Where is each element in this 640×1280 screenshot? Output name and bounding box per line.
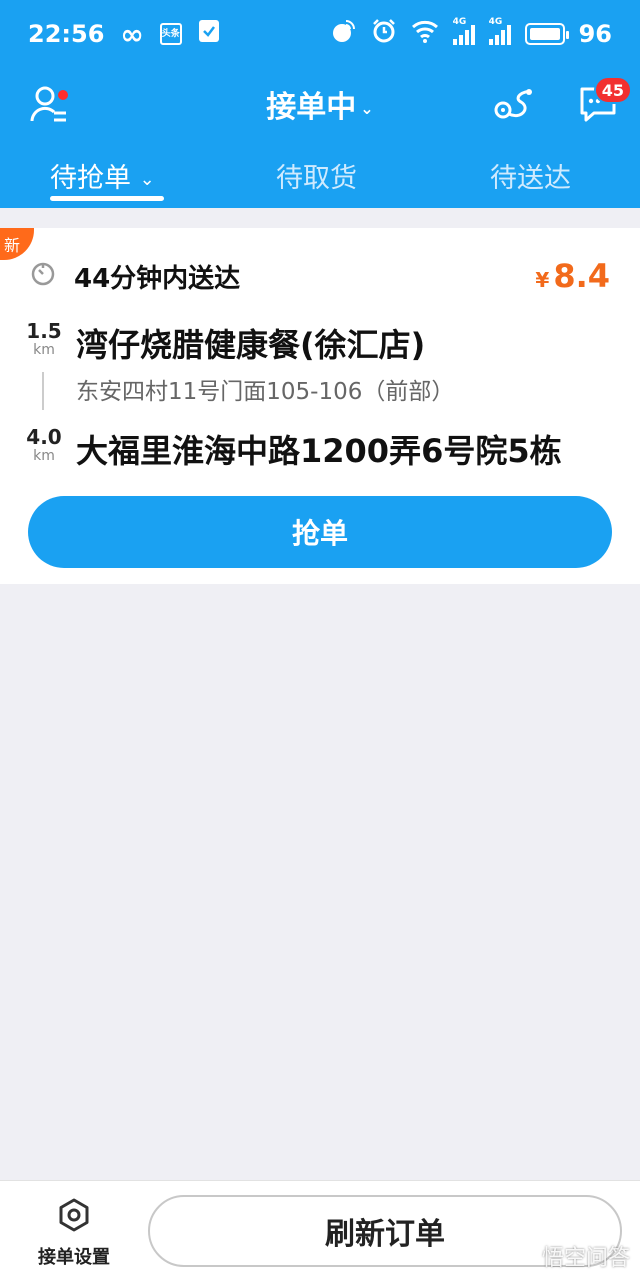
infinity-icon: ∞ — [120, 17, 144, 51]
status-bar: 22:56 ∞ 头条 4G 4G 96 — [0, 0, 640, 68]
tab-label: 待送达 — [490, 163, 571, 194]
order-price: ¥8.4 — [535, 257, 610, 295]
chat-bubble-logo-icon — [507, 1242, 536, 1270]
order-settings-button[interactable]: 接单设置 — [26, 1195, 122, 1269]
price-amount: 8.4 — [553, 257, 610, 295]
signal-4g-icon-2: 4G — [488, 17, 511, 45]
app-header: 22:56 ∞ 头条 4G 4G 96 接单中 ⌄ 45 待抢单 ⌄ 待取货 待… — [0, 0, 640, 208]
delivery-distance: 4.0 km — [24, 426, 64, 464]
signal-4g-icon-1: 4G — [452, 17, 475, 45]
pickup-distance: 1.5 km — [24, 320, 64, 358]
page-title: 接单中 — [266, 90, 357, 125]
timer-icon — [30, 261, 56, 291]
status-time: 22:56 — [28, 20, 105, 48]
active-tab-indicator — [50, 196, 164, 201]
news-app-icon: 头条 — [159, 23, 182, 45]
route-map-icon — [493, 84, 535, 128]
delivery-address: 大福里淮海中路1200弄6号院5栋 — [76, 432, 562, 470]
watermark-text: 悟空问答 — [541, 1246, 630, 1271]
battery-level: 96 — [578, 20, 612, 48]
new-order-tag: 新 — [0, 228, 34, 260]
satellite-icon — [331, 18, 357, 50]
shop-address: 东安四村11号门面105-106（前部） — [76, 379, 455, 405]
tab-pending-pickup[interactable]: 待取货 — [276, 156, 357, 195]
work-status-dropdown[interactable]: 接单中 ⌄ — [0, 82, 640, 126]
delivery-time-row: 44分钟内送达 ¥8.4 — [30, 256, 610, 296]
grab-order-button[interactable]: 抢单 — [28, 496, 612, 568]
tab-pending-grab[interactable]: 待抢单 ⌄ — [50, 156, 155, 195]
distance-unit: km — [33, 342, 55, 358]
checkbox-notification-icon — [198, 19, 220, 49]
message-count-badge: 45 — [593, 76, 632, 104]
distance-value: 4.0 — [26, 425, 62, 449]
top-nav: 接单中 ⌄ 45 — [0, 68, 640, 144]
gear-icon — [54, 1198, 94, 1239]
tab-pending-delivery[interactable]: 待送达 — [490, 156, 571, 195]
route-button[interactable] — [488, 80, 540, 132]
shop-name: 湾仔烧腊健康餐(徐汇店) — [76, 326, 426, 364]
currency-symbol: ¥ — [535, 268, 550, 292]
battery-icon — [524, 23, 569, 45]
messages-button[interactable]: 45 — [572, 76, 632, 132]
watermark: 悟空问答 — [507, 1240, 630, 1272]
chevron-down-icon: ⌄ — [139, 169, 155, 190]
bottom-bar: 接单设置 刷新订单 悟空问答 — [0, 1180, 640, 1280]
settings-label: 接单设置 — [38, 1247, 110, 1268]
alarm-icon — [371, 18, 397, 50]
delivery-time: 44分钟内送达 — [74, 263, 241, 294]
route-connector — [42, 372, 44, 410]
order-card[interactable]: 新 44分钟内送达 ¥8.4 1.5 km 湾仔烧腊健康餐(徐汇店) 东安四村1… — [0, 228, 640, 584]
distance-unit: km — [33, 448, 55, 464]
tab-label: 待抢单 — [50, 163, 131, 194]
order-tabs: 待抢单 ⌄ 待取货 待送达 — [0, 144, 640, 208]
tab-label: 待取货 — [276, 163, 357, 194]
wifi-icon — [411, 19, 439, 49]
distance-value: 1.5 — [26, 319, 62, 343]
chevron-down-icon: ⌄ — [360, 99, 374, 118]
